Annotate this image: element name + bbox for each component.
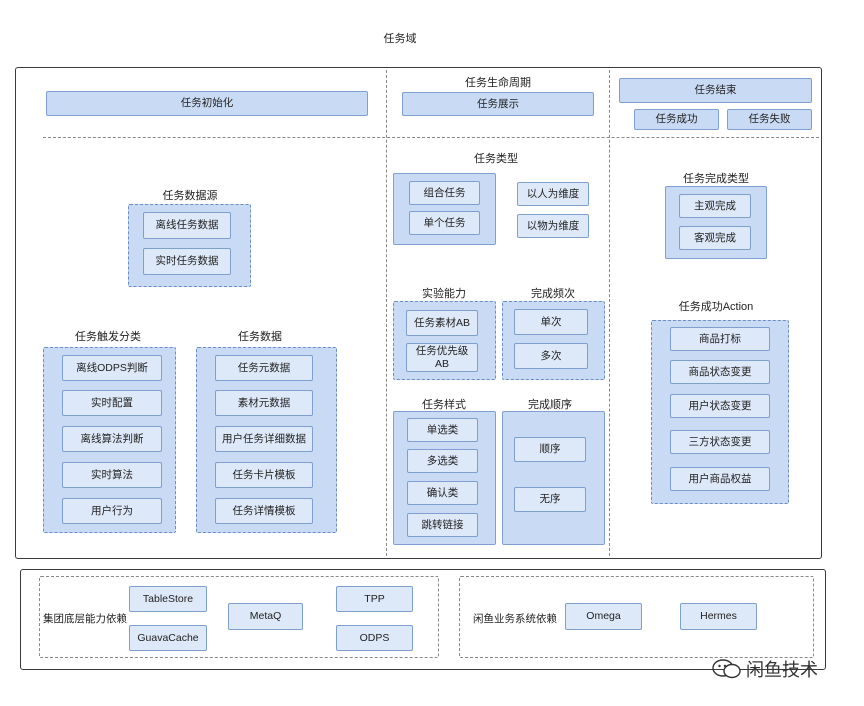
lifecycle-title: 任务生命周期 <box>465 77 531 89</box>
objective-complete[interactable]: 客观完成 <box>679 226 751 250</box>
freq-multiple[interactable]: 多次 <box>514 343 588 369</box>
task-init-bar[interactable]: 任务初始化 <box>46 91 368 116</box>
data-source-title: 任务数据源 <box>162 190 218 202</box>
order-sequential[interactable]: 顺序 <box>514 437 586 462</box>
style-title: 任务样式 <box>422 399 466 411</box>
task-success-button[interactable]: 任务成功 <box>634 109 719 130</box>
dep-hermes[interactable]: Hermes <box>680 603 757 630</box>
task-data-item[interactable]: 用户任务详细数据 <box>215 426 313 452</box>
frequency-title: 完成频次 <box>531 288 575 300</box>
trigger-item[interactable]: 用户行为 <box>62 498 162 524</box>
complete-type-title: 任务完成类型 <box>683 173 749 185</box>
order-title: 完成顺序 <box>528 399 572 411</box>
group-deps-label: 集团底层能力依赖 <box>43 613 127 625</box>
style-single-choice[interactable]: 单选类 <box>407 418 478 442</box>
success-action-title: 任务成功Action <box>678 301 754 313</box>
watermark: 闲鱼技术 <box>712 656 818 682</box>
task-data-item[interactable]: 素材元数据 <box>215 390 313 416</box>
realtime-task-data[interactable]: 实时任务数据 <box>143 248 231 275</box>
item-dimension[interactable]: 以物为维度 <box>517 214 589 238</box>
trigger-item[interactable]: 实时算法 <box>62 462 162 488</box>
combined-task[interactable]: 组合任务 <box>409 181 480 205</box>
experiment-title: 实验能力 <box>422 288 466 300</box>
success-action-item[interactable]: 商品打标 <box>670 327 770 351</box>
dep-odps[interactable]: ODPS <box>336 625 413 651</box>
task-data-item[interactable]: 任务卡片模板 <box>215 462 313 488</box>
person-dimension[interactable]: 以人为维度 <box>517 182 589 206</box>
divider-vertical-left <box>386 70 387 556</box>
dep-tablestore[interactable]: TableStore <box>129 586 207 612</box>
trigger-item[interactable]: 实时配置 <box>62 390 162 416</box>
success-action-item[interactable]: 用户商品权益 <box>670 467 770 491</box>
dep-omega[interactable]: Omega <box>565 603 642 630</box>
style-jump-link[interactable]: 跳转链接 <box>407 513 478 537</box>
task-fail-button[interactable]: 任务失败 <box>727 109 812 130</box>
task-show-bar[interactable]: 任务展示 <box>402 92 594 116</box>
task-data-title: 任务数据 <box>238 331 282 343</box>
watermark-text: 闲鱼技术 <box>746 660 818 680</box>
priority-ab[interactable]: 任务优先级 AB <box>406 343 478 372</box>
subjective-complete[interactable]: 主观完成 <box>679 194 751 218</box>
wechat-icon <box>712 659 741 679</box>
freq-once[interactable]: 单次 <box>514 309 588 335</box>
divider-vertical-right <box>609 70 610 556</box>
dep-guavacache[interactable]: GuavaCache <box>129 625 207 651</box>
offline-task-data[interactable]: 离线任务数据 <box>143 212 231 239</box>
order-unordered[interactable]: 无序 <box>514 487 586 512</box>
dep-metaq[interactable]: MetaQ <box>228 603 303 630</box>
task-data-item[interactable]: 任务元数据 <box>215 355 313 381</box>
task-end-bar[interactable]: 任务结束 <box>619 78 812 103</box>
trigger-item[interactable]: 离线算法判断 <box>62 426 162 452</box>
style-multi-choice[interactable]: 多选类 <box>407 449 478 473</box>
success-action-item[interactable]: 用户状态变更 <box>670 394 770 418</box>
task-data-item[interactable]: 任务详情模板 <box>215 498 313 524</box>
divider-horizontal <box>43 137 819 138</box>
material-ab[interactable]: 任务素材AB <box>406 310 478 336</box>
success-action-item[interactable]: 三方状态变更 <box>670 430 770 454</box>
trigger-title: 任务触发分类 <box>75 331 141 343</box>
xianyu-deps-label: 闲鱼业务系统依赖 <box>473 613 557 625</box>
dep-tpp[interactable]: TPP <box>336 586 413 612</box>
task-type-title: 任务类型 <box>474 153 518 165</box>
single-task[interactable]: 单个任务 <box>409 211 480 235</box>
trigger-item[interactable]: 离线ODPS判断 <box>62 355 162 381</box>
success-action-item[interactable]: 商品状态变更 <box>670 360 770 384</box>
style-confirm[interactable]: 确认类 <box>407 481 478 505</box>
order-group <box>502 411 605 545</box>
page-title: 任务域 <box>383 33 417 45</box>
